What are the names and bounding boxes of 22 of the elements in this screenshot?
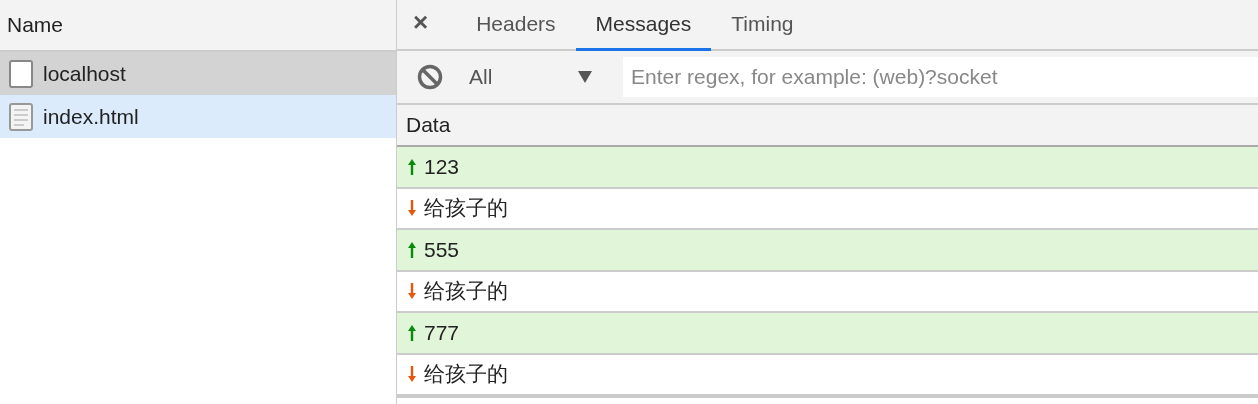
document-file-icon [9,102,33,131]
tab[interactable]: Timing [711,0,814,52]
down-arrow-icon [407,199,417,218]
blank-file-icon [9,59,33,88]
message-row[interactable]: 123 [397,147,1258,189]
up-arrow-icon [407,157,417,176]
column-header: Name [7,13,64,37]
clear-icon [417,64,443,90]
message-row[interactable]: 777 [397,313,1258,355]
request-row[interactable]: index.html [0,95,396,138]
request-row[interactable]: localhost [0,52,396,95]
up-arrow-icon [407,323,417,342]
filter-field[interactable]: Enter regex, for example: (web)?socket [623,57,1258,97]
type-dropdown[interactable]: All [463,64,603,90]
column-header: Data [406,112,451,137]
down-arrow-icon [407,365,417,384]
message-row[interactable]: 555 [397,230,1258,272]
up-arrow-icon [407,240,417,259]
close-button[interactable]: × [411,0,441,50]
down-arrow-icon [407,282,417,301]
caret-icon [577,69,593,85]
tab[interactable]: Headers [456,0,576,52]
